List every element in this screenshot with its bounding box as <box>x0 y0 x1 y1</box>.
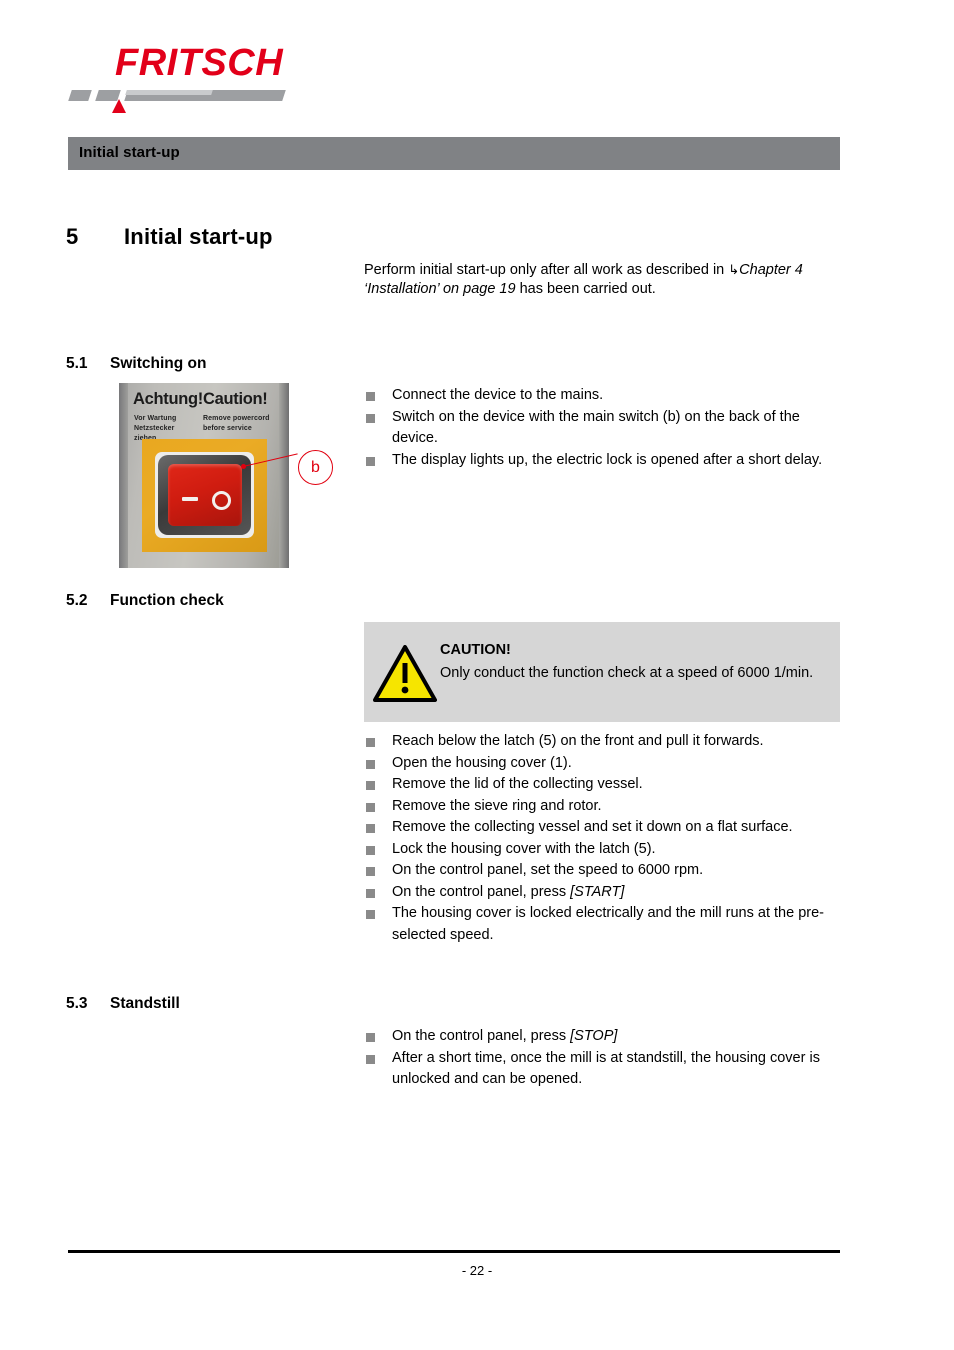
figure-label-achtung: Achtung! <box>133 390 203 408</box>
panel-edge-right <box>279 383 289 568</box>
press-stop-prefix: On the control panel, press <box>392 1028 571 1044</box>
figure-label-caution: Caution! <box>203 390 268 408</box>
logo-bar-highlight-icon <box>125 90 213 95</box>
caution-body-text: Only conduct the function check at a spe… <box>440 665 814 681</box>
section-number-5-3: 5.3 <box>66 995 88 1012</box>
list-item-press-start: On the control panel, press [START] <box>364 882 840 904</box>
caution-heading: CAUTION! <box>440 642 511 658</box>
section-title-switching-on: Switching on <box>110 355 207 372</box>
list-item: Switch on the device with the main switc… <box>364 407 840 450</box>
list-item: Lock the housing cover with the latch (5… <box>364 839 840 861</box>
start-key-label: [START] <box>570 883 625 900</box>
running-header-title: Initial start-up <box>79 144 180 161</box>
chapter-number: 5 <box>66 224 79 249</box>
section-title-standstill: Standstill <box>110 995 180 1012</box>
switch-off-mark-icon <box>182 497 198 501</box>
logo-triangle-icon <box>112 99 126 113</box>
panel-edge-left <box>119 383 128 568</box>
caution-notice-box: CAUTION! Only conduct the function check… <box>364 622 840 722</box>
switch-bezel <box>158 455 251 535</box>
callout-marker-b: b <box>298 450 333 485</box>
list-item: Remove the sieve ring and rotor. <box>364 796 840 818</box>
red-rocker-switch-icon <box>168 464 242 526</box>
list-item-press-stop: On the control panel, press [STOP] <box>364 1026 840 1048</box>
running-header-bar: Initial start-up <box>68 137 840 170</box>
list-item: After a short time, once the mill is at … <box>364 1048 840 1091</box>
stop-key-label: [STOP] <box>570 1028 618 1044</box>
cross-reference-hand-icon: ↳ <box>728 263 740 278</box>
figure-subtext-english: Remove powercord before service <box>203 415 270 432</box>
page-number: - 22 - <box>461 1263 493 1278</box>
list-item: The housing cover is locked electrically… <box>364 903 840 946</box>
chapter-intro-paragraph: Perform initial start-up only after all … <box>364 261 834 299</box>
logo-bar-icon <box>68 90 92 101</box>
logo-wordmark: FRITSCH <box>115 42 284 84</box>
list-function-check: Reach below the latch (5) on the front a… <box>364 731 840 946</box>
list-item: The display lights up, the electric lock… <box>364 450 840 472</box>
section-number-5-1: 5.1 <box>66 355 88 372</box>
list-item: Connect the device to the mains. <box>364 385 840 407</box>
intro-suffix-text: has been carried out. <box>515 281 656 297</box>
switch-surround-plate <box>142 439 267 552</box>
list-switching-on: Connect the device to the mains. Switch … <box>364 385 840 471</box>
switch-on-mark-icon <box>212 491 231 510</box>
list-item: Open the housing cover (1). <box>364 753 840 775</box>
footer-rule <box>68 1250 840 1253</box>
fritsch-logo: FRITSCH <box>68 42 368 113</box>
page-title: Initial start-up <box>124 224 273 249</box>
list-item: On the control panel, set the speed to 6… <box>364 860 840 882</box>
list-item: Remove the lid of the collecting vessel. <box>364 774 840 796</box>
section-number-5-2: 5.2 <box>66 592 88 609</box>
section-title-function-check: Function check <box>110 592 224 609</box>
main-switch-photo: Achtung! Caution! Vor Wartung Netzstecke… <box>119 383 289 568</box>
warning-triangle-icon <box>373 645 437 702</box>
list-standstill: On the control panel, press [STOP] After… <box>364 1026 840 1091</box>
switch-frame <box>155 452 254 538</box>
press-start-prefix: On the control panel, press <box>392 883 571 900</box>
intro-prefix-text: Perform initial start-up only after all … <box>364 262 729 278</box>
document-page: FRITSCH Initial start-up 5 Initial start… <box>0 0 954 1350</box>
list-item: Remove the collecting vessel and set it … <box>364 817 840 839</box>
list-item: Reach below the latch (5) on the front a… <box>364 731 840 753</box>
